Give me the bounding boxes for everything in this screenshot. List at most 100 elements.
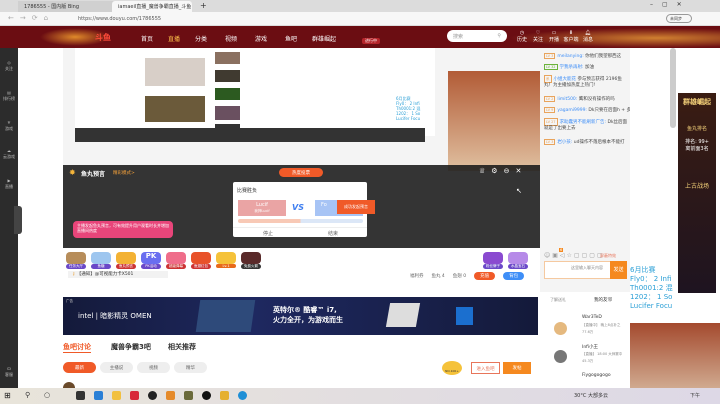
nav-buttons-icon[interactable]: ←→⟳⌂ [8,14,54,22]
promo-badge[interactable]: 进行中 [362,38,380,44]
app-icon[interactable] [220,391,229,400]
avatar [554,350,567,363]
browser-tab-active[interactable]: iamaeil直播_魔兽争霸直播_斗鱼 [112,1,192,12]
stop-button[interactable]: 停止 [263,230,273,237]
gift-item[interactable]: PK PK活动 [141,252,161,269]
clock[interactable]: 下午 [690,392,700,399]
mouse-cursor-icon: ↖ [516,187,522,195]
mail-icon[interactable] [94,391,103,400]
tab-related[interactable]: 相关推荐 [168,342,196,352]
block-effects-toggle[interactable]: 屏蔽特效 [600,253,616,259]
notice-bar[interactable]: ⚷ 【通知】@可视能力卡X501 [68,271,168,278]
window-controls[interactable]: –▢✕ [650,1,691,8]
friends-tab-mine[interactable]: 我的友邻 [594,297,612,303]
panel-controls[interactable]: ♕⚙⊖✕ [479,167,527,175]
coupon-link[interactable]: 福利券 [410,273,424,279]
post-button[interactable]: 发帖 [503,362,531,374]
gift-item[interactable]: 鱼丸预言 [116,252,136,269]
vs-label: VS [292,203,304,212]
nav-category[interactable]: 分类 [195,34,207,43]
gift-item[interactable]: 任务大厅 [66,252,86,269]
heart-icon: ♡ [535,30,541,36]
tab-yuba-discuss[interactable]: 鱼吧讨论 [63,342,91,353]
app-icon[interactable] [130,391,139,400]
camera-icon: ▭ [551,30,557,36]
sidebar-item-follow[interactable]: ◎ 关注 [0,60,18,72]
tab-war3-bar[interactable]: 魔兽争霸3吧 [111,342,151,352]
sidebar-item-game[interactable]: ♆ 游戏 [0,120,18,132]
filter-host[interactable]: 主播说 [100,362,133,373]
url-input[interactable]: https://www.douyu.com/1786555 [78,15,638,24]
chat-toolbar[interactable]: ☺▣◁☆▢▢▢▢ [544,252,605,259]
search-icon[interactable]: ⚲ [497,33,501,39]
filter-latest[interactable]: 最新 [63,362,96,373]
gift-item[interactable]: 鱼翅红包 [191,252,211,269]
new-tab-icon[interactable]: + [200,1,207,10]
gift-item[interactable]: 鱼糖 [91,252,111,269]
gift-item[interactable]: 水晶宝石 [508,252,528,269]
hot-vote-button[interactable]: 热度投票 [279,168,323,177]
sidebar-item-rank[interactable]: ▤ 排行榜 [0,90,18,102]
friends-panel: 了解送礼 我的友邻 War3TeD 【直播中】 晚上8点补之 77.6万 Inf… [540,292,630,388]
nav-event[interactable]: 群雄崛起 [312,34,336,43]
filter-video[interactable]: 视频 [137,362,170,373]
chat-input[interactable]: 这里输入聊天内容 发送 [544,261,627,279]
game-icon[interactable] [184,391,193,400]
store-icon[interactable] [76,391,85,400]
broadcast-button[interactable]: ▭ 开播 [546,30,562,44]
backpack-button[interactable]: 背包 [503,272,525,280]
stream-score-overlay: 6月比赛 Fly0： 2 Infi Th0001:2 混 1202： 1 So Luci… [396,96,421,121]
nav-yuba[interactable]: 鱼吧 [285,34,297,43]
profile-button[interactable]: 未同步 [666,14,692,23]
browser-tab[interactable]: 1786555 - 国内版 Bing [18,1,118,12]
gift-item[interactable]: Lv.1 [216,252,236,269]
game-icon[interactable] [166,391,175,400]
folder-icon[interactable] [112,391,121,400]
friends-tab-gift[interactable]: 了解送礼 [550,297,566,303]
gift-item[interactable]: 免费火箭 [241,252,261,269]
event-ad[interactable]: 群雄崛起 鱼丸排名 排名: 99+ 离前面3名 上古战场 [678,93,716,293]
message-button[interactable]: 🔔︎ 消息 [580,30,596,44]
ad-slogan: 英特尔® 酷睿™ i7, 火力全开，为游戏而生 [273,306,343,324]
site-header: 斗鱼 [0,26,720,48]
nav-home[interactable]: 首页 [141,34,153,43]
success-toast: 成功发起预言 [337,200,375,214]
edge-icon[interactable] [238,391,247,400]
nav-live[interactable]: 直播 [168,34,180,43]
vote-progress [238,219,363,223]
sidebar-item-cloud-game[interactable]: ☁ 云游戏 [0,148,18,160]
enter-yuba-button[interactable]: 进入鱼吧 [471,362,500,374]
send-button[interactable]: 发送 [610,261,627,279]
mode-link[interactable]: 精彩模式> [113,170,135,176]
cortana-icon[interactable]: ○ [44,391,50,399]
option-left[interactable]: Lucif 我押Lucif [238,200,286,216]
ad-banner[interactable]: 广告 intel | 暗影精灵 OMEN 英特尔® 酷睿™ i7, 火力全开，为游… [63,297,538,335]
fishball-icon: ✸ [69,168,76,177]
follow-button[interactable]: ♡ 关注 [530,30,546,44]
prediction-dialog: 比赛胜负 Lucif 我押Lucif VS Fo 成功发起预言 停止 结束 [233,182,375,237]
sidebar-item-service[interactable]: ☊ 客服 [0,366,18,378]
client-button[interactable]: ⬇ 客户端 [563,30,579,44]
search-icon[interactable]: ⚲ [25,391,30,399]
nav-video[interactable]: 视频 [225,34,237,43]
weather-status[interactable]: 30°C 大部多云 [574,392,608,399]
search-input[interactable]: 搜索 ⚲ [447,30,507,42]
chat-scrollbar[interactable] [670,48,676,128]
windows-start-icon[interactable]: ⊞ [4,391,11,400]
recharge-button[interactable]: 充值 [474,272,496,280]
filter-essence[interactable]: 精华 [174,362,207,373]
obs-icon[interactable] [202,391,211,400]
sidebar-collapse-handle[interactable] [14,206,22,234]
qq-icon[interactable] [148,391,157,400]
close-icon: ✕ [515,167,528,175]
bell-icon: 🔔︎ [584,30,592,36]
gift-item[interactable]: 粉丝牌子 [483,252,503,269]
gift-item[interactable]: 超级弹幕 [166,252,186,269]
logo[interactable]: 斗鱼 [95,32,111,43]
ad-laptop [385,303,421,327]
nav-game[interactable]: 游戏 [255,34,267,43]
sidebar-item-live[interactable]: ▶ 直播 [0,178,18,190]
history-button[interactable]: ◷ 历史 [514,30,530,44]
prediction-title: 鱼丸预言 [81,171,106,178]
end-button[interactable]: 结束 [328,230,338,237]
